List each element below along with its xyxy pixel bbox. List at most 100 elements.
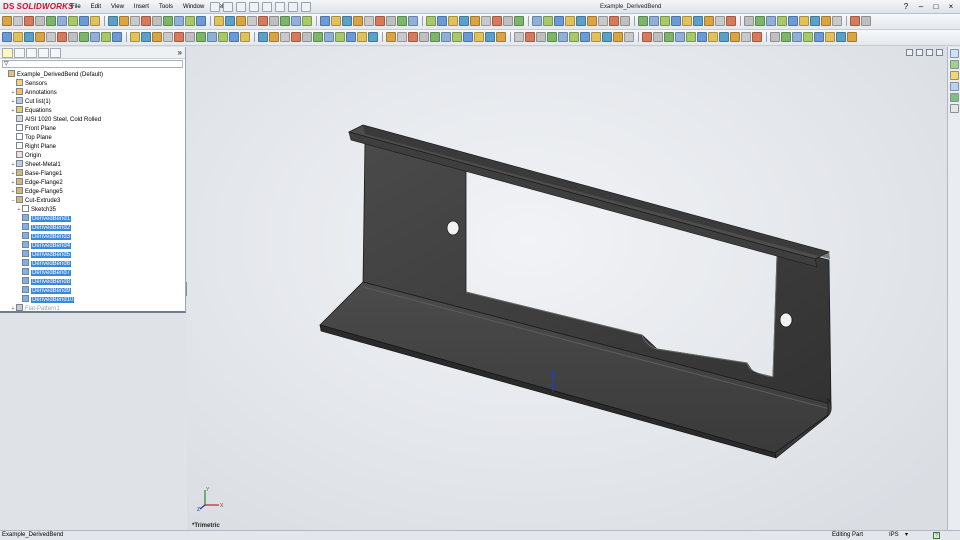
command-icon[interactable]: [24, 16, 34, 26]
command-icon[interactable]: [174, 16, 184, 26]
file-explorer-icon[interactable]: [949, 71, 959, 80]
sketch-tool-icon[interactable]: [514, 32, 524, 42]
command-icon[interactable]: [152, 16, 162, 26]
command-icon[interactable]: [693, 16, 703, 26]
command-icon[interactable]: [821, 16, 831, 26]
tree-node[interactable]: + Sketch35: [2, 205, 185, 214]
command-icon[interactable]: [649, 16, 659, 26]
command-icon[interactable]: [682, 16, 692, 26]
sketch-tool-icon[interactable]: [536, 32, 546, 42]
command-icon[interactable]: [543, 16, 553, 26]
command-icon[interactable]: [214, 16, 224, 26]
tree-node[interactable]: + Edge-Flange5: [2, 187, 185, 196]
sketch-tool-icon[interactable]: [397, 32, 407, 42]
sketch-tool-icon[interactable]: [730, 32, 740, 42]
command-icon[interactable]: [302, 16, 312, 26]
sketch-tool-icon[interactable]: [386, 32, 396, 42]
sketch-tool-icon[interactable]: [752, 32, 762, 42]
command-icon[interactable]: [79, 16, 89, 26]
sketch-tool-icon[interactable]: [803, 32, 813, 42]
sketch-tool-icon[interactable]: [346, 32, 356, 42]
sketch-tool-icon[interactable]: [624, 32, 634, 42]
sketch-tool-icon[interactable]: [591, 32, 601, 42]
command-icon[interactable]: [130, 16, 140, 26]
command-icon[interactable]: [258, 16, 268, 26]
sketch-tool-icon[interactable]: [580, 32, 590, 42]
sketch-tool-icon[interactable]: [430, 32, 440, 42]
tree-node[interactable]: + Flat-Pattern1: [2, 304, 185, 313]
command-icon[interactable]: [861, 16, 871, 26]
command-icon[interactable]: [291, 16, 301, 26]
command-icon[interactable]: [163, 16, 173, 26]
command-icon[interactable]: [832, 16, 842, 26]
sketch-tool-icon[interactable]: [825, 32, 835, 42]
command-icon[interactable]: [375, 16, 385, 26]
command-icon[interactable]: [532, 16, 542, 26]
sketch-tool-icon[interactable]: [525, 32, 535, 42]
sketch-tool-icon[interactable]: [441, 32, 451, 42]
sketch-tool-icon[interactable]: [719, 32, 729, 42]
command-icon[interactable]: [35, 16, 45, 26]
command-icon[interactable]: [342, 16, 352, 26]
tree-filter-input[interactable]: ▽: [2, 60, 183, 68]
sketch-tool-icon[interactable]: [653, 32, 663, 42]
sketch-tool-icon[interactable]: [547, 32, 557, 42]
tree-node[interactable]: DerivedBend5: [2, 250, 185, 259]
command-icon[interactable]: [386, 16, 396, 26]
sketch-tool-icon[interactable]: [174, 32, 184, 42]
sketch-tool-icon[interactable]: [280, 32, 290, 42]
command-icon[interactable]: [280, 16, 290, 26]
tree-node[interactable]: + Base-Flange1: [2, 169, 185, 178]
sketch-tool-icon[interactable]: [602, 32, 612, 42]
sketch-tool-icon[interactable]: [847, 32, 857, 42]
command-icon[interactable]: [609, 16, 619, 26]
base-flange[interactable]: [319, 281, 832, 454]
sketch-tool-icon[interactable]: [836, 32, 846, 42]
sketch-tool-icon[interactable]: [185, 32, 195, 42]
restore-button[interactable]: □: [931, 1, 941, 13]
sketch-tool-icon[interactable]: [291, 32, 301, 42]
command-icon[interactable]: [638, 16, 648, 26]
print-icon[interactable]: [249, 2, 259, 12]
tree-node[interactable]: + Annotations: [2, 88, 185, 97]
minimize-button[interactable]: –: [916, 1, 926, 13]
command-icon[interactable]: [744, 16, 754, 26]
sketch-tool-icon[interactable]: [79, 32, 89, 42]
sketch-tool-icon[interactable]: [196, 32, 206, 42]
sketch-tool-icon[interactable]: [368, 32, 378, 42]
sketch-tool-icon[interactable]: [792, 32, 802, 42]
sketch-tool-icon[interactable]: [207, 32, 217, 42]
tree-node[interactable]: Origin: [2, 151, 185, 160]
command-icon[interactable]: [408, 16, 418, 26]
rebuild-icon[interactable]: [288, 2, 298, 12]
command-icon[interactable]: [225, 16, 235, 26]
command-icon[interactable]: [671, 16, 681, 26]
tree-node[interactable]: Front Plane: [2, 124, 185, 133]
sketch-tool-icon[interactable]: [463, 32, 473, 42]
command-icon[interactable]: [598, 16, 608, 26]
command-icon[interactable]: [119, 16, 129, 26]
sketch-tool-icon[interactable]: [814, 32, 824, 42]
sketch-tool-icon[interactable]: [781, 32, 791, 42]
units-dropdown-icon[interactable]: ▾: [905, 531, 908, 540]
sketch-tool-icon[interactable]: [558, 32, 568, 42]
expand-panel-icon[interactable]: »: [178, 47, 182, 59]
sketch-tool-icon[interactable]: [496, 32, 506, 42]
sketch-tool-icon[interactable]: [46, 32, 56, 42]
undo-icon[interactable]: [262, 2, 272, 12]
tree-node[interactable]: + Cut list(1): [2, 97, 185, 106]
sketch-tool-icon[interactable]: [686, 32, 696, 42]
command-icon[interactable]: [554, 16, 564, 26]
command-icon[interactable]: [364, 16, 374, 26]
solidworks-logo[interactable]: DS SOLIDWORKS: [3, 2, 74, 11]
command-icon[interactable]: [470, 16, 480, 26]
tree-node[interactable]: Sensors: [2, 79, 185, 88]
sketch-tool-icon[interactable]: [302, 32, 312, 42]
command-icon[interactable]: [13, 16, 23, 26]
close-button[interactable]: ×: [946, 1, 956, 13]
command-icon[interactable]: [726, 16, 736, 26]
units-selector[interactable]: IPS: [889, 531, 899, 540]
sheet-metal-part[interactable]: [187, 47, 947, 530]
sketch-tool-icon[interactable]: [664, 32, 674, 42]
command-icon[interactable]: [236, 16, 246, 26]
